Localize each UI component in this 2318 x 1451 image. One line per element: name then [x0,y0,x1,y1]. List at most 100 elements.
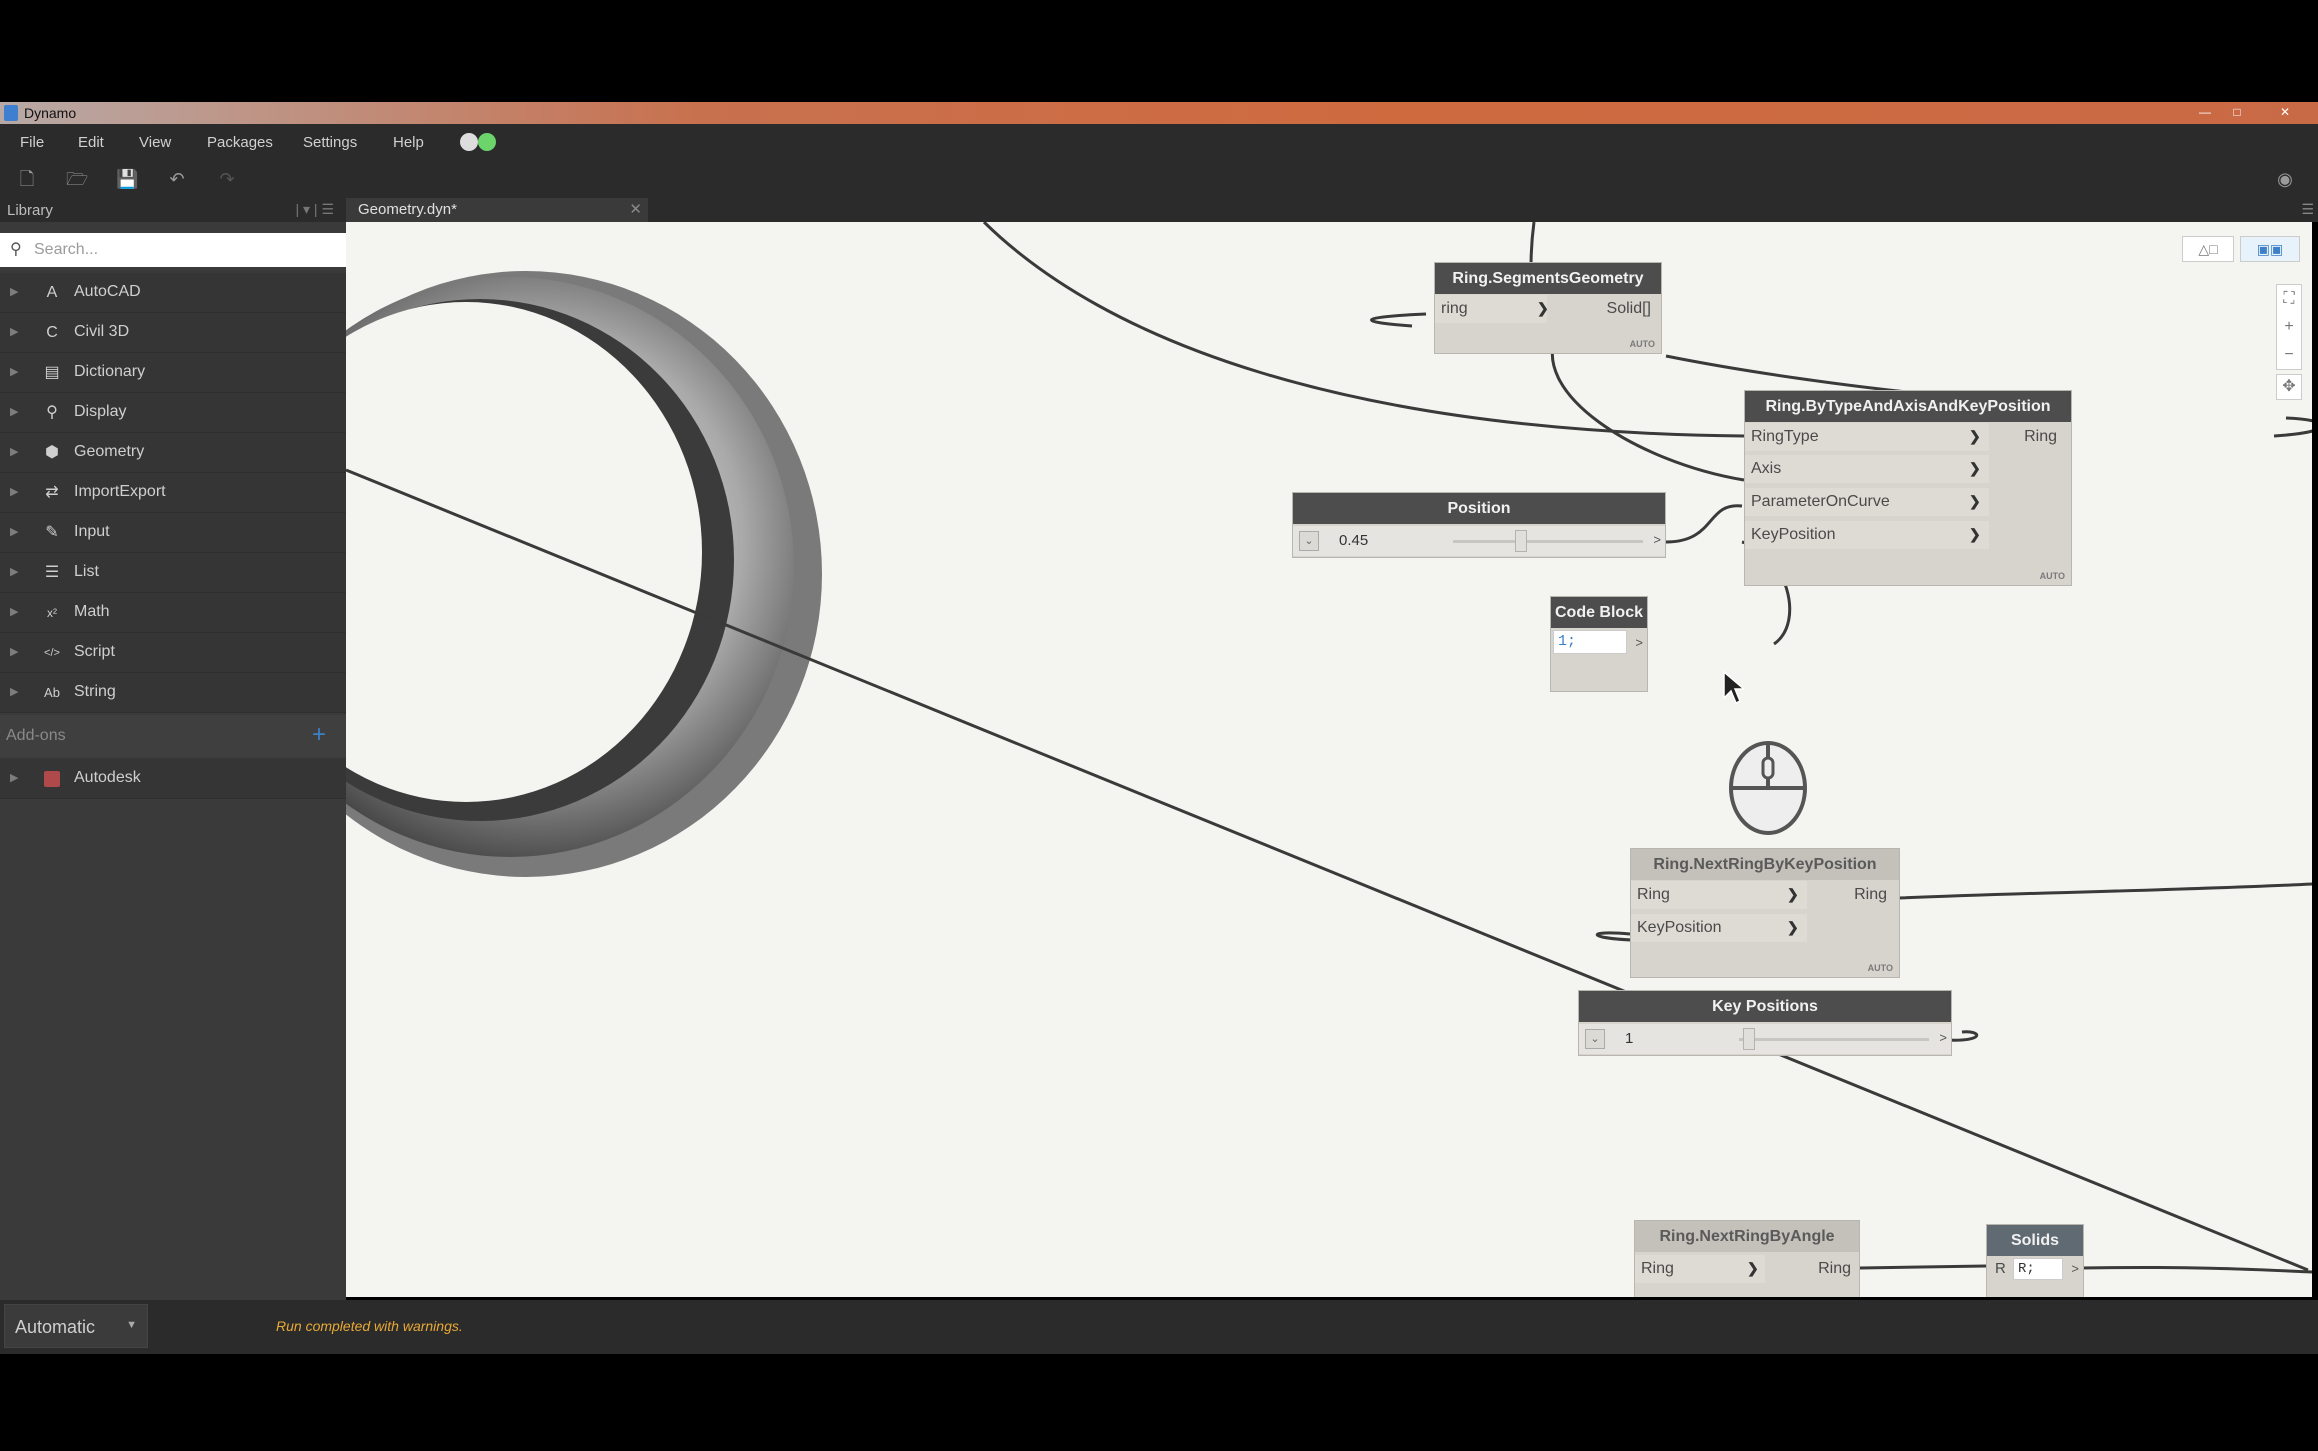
geometry-view-toggle-icon[interactable]: △□ [2182,236,2234,262]
library-item-civil3d[interactable]: ▶ C Civil 3D [0,313,346,353]
output-port[interactable]: > [1635,635,1643,650]
new-file-icon[interactable]: 🗋 [16,168,38,190]
tab-menu-icon[interactable]: ☰ [2301,201,2314,218]
close-icon[interactable]: ✕ [2270,104,2300,120]
node-title: Solids [1987,1225,2083,1256]
chevron-right-icon: ❯ [1787,886,1799,902]
library-category-list: ▶ A AutoCAD ▶ C Civil 3D ▶ ▤ Dictionary ▶ ⚲ Disp… [0,273,346,713]
node-ring-next-by-keyposition[interactable]: Ring.NextRingByKeyPosition Ring ❯ KeyPos… [1630,848,1900,978]
menu-packages[interactable]: Packages [207,134,273,151]
string-icon: Ab [44,685,60,700]
input-port-r[interactable]: R [1995,1260,2006,1277]
menu-view[interactable]: View [139,134,171,151]
code-editor[interactable]: 1; [1553,630,1627,654]
expand-arrow-icon: ▶ [10,526,19,538]
output-port-solid[interactable]: Solid[] [1607,300,1651,318]
run-mode-select[interactable]: Automatic ▼ [4,1304,148,1348]
input-port-axis[interactable]: Axis [1745,455,1989,483]
input-port-ring[interactable]: Ring [1635,1255,1765,1283]
search-icon: ⚲ [10,241,22,258]
node-title: Ring.NextRingByKeyPosition [1631,849,1899,880]
expand-arrow-icon: ▶ [10,566,19,578]
library-item-list[interactable]: ▶ ☰ List [0,553,346,593]
library-controls-icon[interactable]: | ▾ | ☰ [295,201,334,218]
zoom-fit-icon[interactable]: ⛶ [2277,285,2301,313]
input-port-ringtype[interactable]: RingType [1745,423,1989,451]
output-port[interactable]: > [2071,1261,2079,1276]
library-item-geometry[interactable]: ▶ ⬢ Geometry [0,433,346,473]
library-item-importexport[interactable]: ▶ ⇄ ImportExport [0,473,346,513]
undo-icon[interactable]: ↶ [166,168,188,190]
slider-track[interactable] [1739,1038,1929,1041]
menu-settings[interactable]: Settings [303,134,357,151]
input-port-keyposition[interactable]: KeyPosition [1745,521,1989,549]
library-item-dictionary[interactable]: ▶ ▤ Dictionary [0,353,346,393]
open-file-icon[interactable]: 🗁 [66,168,88,190]
chevron-right-icon: ❯ [1969,460,1981,476]
library-item-script[interactable]: ▶ </> Script [0,633,346,673]
output-port-ring[interactable]: Ring [1818,1260,1851,1278]
chevron-down-icon[interactable]: ⌄ [1299,531,1319,551]
close-tab-icon[interactable]: ✕ [629,200,642,218]
chevron-down-icon[interactable]: ⌄ [1585,1029,1605,1049]
display-icon: ⚲ [46,404,58,421]
node-solids[interactable]: Solids R R; > [1986,1224,2084,1297]
node-position-slider[interactable]: Position ⌄ 0.45 > [1292,492,1666,558]
run-status-message: Run completed with warnings. [276,1318,463,1334]
library-item-label: Math [74,603,110,620]
slider-thumb[interactable] [1743,1028,1755,1050]
slider-thumb[interactable] [1515,530,1527,552]
graph-view-toggle-icon[interactable]: ▣▣ [2240,236,2300,262]
code-editor[interactable]: R; [2013,1258,2063,1280]
node-ring-next-by-angle[interactable]: Ring.NextRingByAngle Ring ❯ Ring [1634,1220,1860,1297]
node-ring-segments-geometry[interactable]: Ring.SegmentsGeometry ring ❯ Solid[] AUT… [1434,262,1662,354]
input-port-keyposition[interactable]: KeyPosition [1631,914,1807,942]
graph-canvas[interactable]: Ring.SegmentsGeometry ring ❯ Solid[] AUT… [346,222,2312,1297]
expand-arrow-icon: ▶ [10,326,19,338]
status-bar: Automatic ▼ Run completed with warnings. [0,1300,2318,1354]
library-item-math[interactable]: ▶ x² Math [0,593,346,633]
search-input[interactable] [34,238,334,262]
camera-icon[interactable]: ◉ [2274,168,2296,190]
node-title: Ring.NextRingByAngle [1635,1221,1859,1252]
add-package-icon[interactable]: + [312,721,326,749]
pan-icon[interactable]: ✥ [2276,374,2302,400]
menu-help[interactable]: Help [393,134,424,151]
output-port[interactable]: > [1939,1030,1947,1045]
input-port-ring[interactable]: Ring [1631,881,1807,909]
output-port-ring[interactable]: Ring [2024,428,2057,446]
chevron-right-icon: ❯ [1969,428,1981,444]
output-port-ring[interactable]: Ring [1854,886,1887,904]
library-item-autocad[interactable]: ▶ A AutoCAD [0,273,346,313]
menu-edit[interactable]: Edit [78,134,104,151]
zoom-out-icon[interactable]: − [2277,341,2301,369]
library-item-label: Civil 3D [74,323,130,340]
node-code-block[interactable]: Code Block 1; > [1550,596,1648,692]
minimize-icon[interactable]: — [2190,104,2220,120]
library-item-string[interactable]: ▶ Ab String [0,673,346,713]
node-ring-by-type-axis-keyposition[interactable]: Ring.ByTypeAndAxisAndKeyPosition RingTyp… [1744,390,2072,586]
menu-file[interactable]: File [20,134,44,151]
maximize-icon[interactable]: □ [2222,104,2252,120]
input-port-parameteroncurve[interactable]: ParameterOnCurve [1745,488,1989,516]
save-icon[interactable]: 💾 [116,168,138,190]
library-item-display[interactable]: ▶ ⚲ Display [0,393,346,433]
title-bar: Dynamo — □ ✕ [0,102,2318,124]
redo-icon[interactable]: ↷ [216,168,238,190]
addons-header: Add-ons + [0,715,346,757]
input-port-ring[interactable]: ring [1435,295,1547,323]
tab-label: Geometry.dyn* [358,201,457,218]
expand-arrow-icon: ▶ [10,446,19,458]
output-port[interactable]: > [1653,532,1661,547]
library-search: ⚲ [0,233,346,267]
library-item-input[interactable]: ▶ ✎ Input [0,513,346,553]
node-key-positions-slider[interactable]: Key Positions ⌄ 1 > [1578,990,1952,1056]
expand-arrow-icon: ▶ [10,366,19,378]
zoom-in-icon[interactable]: + [2277,313,2301,341]
slider-track[interactable] [1453,540,1643,543]
library-item-autodesk[interactable]: ▶ Autodesk [0,759,346,799]
slider-value: 1 [1625,1030,1634,1047]
node-title: Position [1293,493,1665,524]
tab-geometry[interactable]: Geometry.dyn* ✕ [346,198,648,222]
feature-toggle[interactable] [460,132,498,152]
